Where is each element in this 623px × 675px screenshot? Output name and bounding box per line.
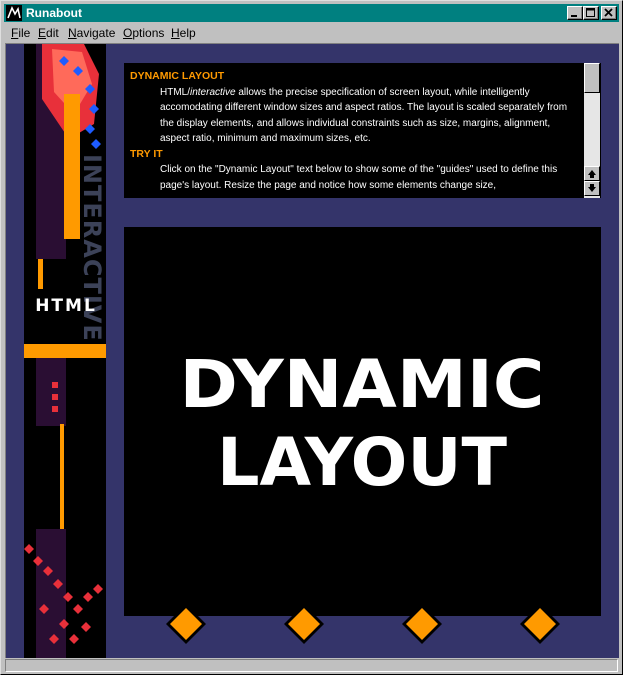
dynamic-layout-title[interactable]: DYNAMIC LAYOUT [124,227,601,616]
maximize-icon [586,8,595,17]
heading-dynamic-layout: DYNAMIC LAYOUT [130,70,225,82]
maximize-button[interactable] [583,6,599,20]
scroll-up-button[interactable] [584,166,600,181]
intro-paragraph: HTML/interactive allows the precise spec… [160,86,568,145]
menu-navigate[interactable]: Navigate [68,26,115,40]
page-content: INTERACTIVE HTML DYNAMIC LAYOUT HTML/int… [5,43,619,658]
menu-file[interactable]: File [11,26,30,40]
app-window: Runabout File Edit Navigate Options Help [0,0,623,675]
window-title: Runabout [26,6,82,20]
arrow-down-icon [588,184,596,192]
scrollbar-thumb[interactable] [584,63,600,93]
menu-bar: File Edit Navigate Options Help [4,23,619,42]
dynamic-layout-display[interactable]: DYNAMIC LAYOUT [124,227,601,616]
scroll-down-button[interactable] [584,181,600,196]
diamond-button-1[interactable] [164,602,208,646]
interactive-banner: INTERACTIVE HTML [24,44,106,658]
minimize-button[interactable] [567,6,583,20]
diamond-button-3[interactable] [400,602,444,646]
title-line-1: DYNAMIC [180,346,545,423]
arrow-up-icon [588,170,596,178]
html-logo: HTML [35,296,97,316]
banner-graphic: INTERACTIVE [24,44,106,658]
runabout-app-icon[interactable] [6,5,22,21]
heading-try-it: TRY IT [130,147,163,160]
diamond-button-2[interactable] [282,602,326,646]
try-it-paragraph: Click on the "Dynamic Layout" text below… [160,164,558,191]
diamond-button-4[interactable] [518,602,562,646]
menu-options[interactable]: Options [123,26,164,40]
minimize-icon [571,15,577,17]
close-icon [604,8,613,17]
close-button[interactable] [601,6,617,20]
title-bar[interactable]: Runabout [4,4,619,22]
status-bar [5,659,618,672]
title-line-2: LAYOUT [217,424,507,501]
info-text: DYNAMIC LAYOUT HTML/interactive allows t… [130,69,582,193]
menu-help[interactable]: Help [171,26,196,40]
info-text-panel[interactable]: DYNAMIC LAYOUT HTML/interactive allows t… [124,63,601,198]
vertical-scrollbar[interactable] [584,63,600,198]
menu-edit[interactable]: Edit [38,26,59,40]
